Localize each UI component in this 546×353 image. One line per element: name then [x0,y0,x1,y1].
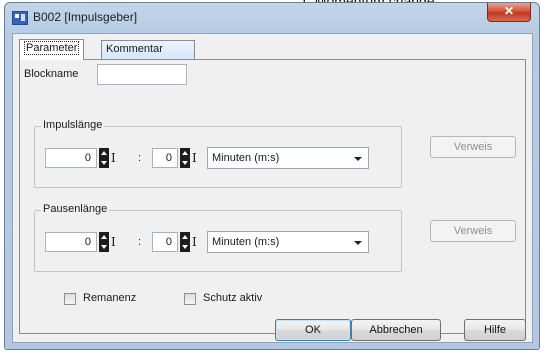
spin-up-icon[interactable] [180,148,190,158]
blockname-label: Blockname [24,68,79,80]
cancel-button[interactable]: Abbrechen [351,319,441,341]
tab-kommentar[interactable]: Kommentar [101,40,195,59]
blockname-input[interactable] [97,64,187,85]
pause-reference-button[interactable]: Verweis [430,220,516,242]
impulse-value-2-spinner[interactable] [180,148,190,168]
spin-up-icon[interactable] [99,232,109,242]
dialog-client: Parameter Kommentar Blockname Impulsläng… [12,33,533,343]
pause-unit-select[interactable]: Minuten (m:s) [207,231,369,253]
ibeam-icon: I [192,151,197,165]
app-icon [12,11,28,25]
spin-down-icon[interactable] [99,158,109,168]
pause-group: Pausenlänge 0 I : 0 I Minuten (m:s) [34,203,402,272]
pause-value-2-spinner[interactable] [180,232,190,252]
tab-parameter[interactable]: Parameter [19,39,85,60]
impulse-reference-button[interactable]: Verweis [430,136,516,158]
pause-value-1-spinner[interactable] [99,232,109,252]
chevron-down-icon [354,157,362,161]
pause-value-1-input[interactable]: 0 [45,232,97,252]
tab-parameter-label: Parameter [24,41,80,55]
time-separator: : [138,152,142,164]
pause-value-2-input[interactable]: 0 [152,232,178,252]
impulse-value-1-input[interactable]: 0 [45,148,97,168]
protection-label: Schutz aktiv [203,292,263,304]
remanence-label: Remanenz [83,292,137,304]
impulse-group-title: Impulslänge [41,119,105,131]
impulse-group: Impulslänge 0 I : 0 I Minuten (m:s) [34,119,402,188]
ibeam-icon: I [111,151,116,165]
help-button[interactable]: Hilfe [464,319,526,341]
window-title: B002 [Impulsgeber] [33,10,138,24]
spin-up-icon[interactable] [99,148,109,158]
parameter-panel: Blockname Impulslänge 0 I : 0 I Minuten … [19,59,526,334]
chevron-down-icon [354,241,362,245]
spin-down-icon[interactable] [99,242,109,252]
spin-down-icon[interactable] [180,242,190,252]
impulse-value-2-input[interactable]: 0 [152,148,178,168]
remanence-checkbox[interactable] [64,293,76,305]
spin-up-icon[interactable] [180,232,190,242]
protection-checkbox[interactable] [184,293,196,305]
title-bar[interactable]: B002 [Impulsgeber] ✕ [5,3,539,33]
dialog-window: B002 [Impulsgeber] ✕ Parameter Kommentar… [4,2,540,350]
pause-group-title: Pausenlänge [41,203,110,215]
ibeam-icon: I [111,235,116,249]
close-button[interactable]: ✕ [487,3,531,22]
ibeam-icon: I [192,235,197,249]
ok-button[interactable]: OK [275,319,351,341]
impulse-unit-value: Minuten (m:s) [212,152,280,164]
time-separator: : [138,236,142,248]
impulse-unit-select[interactable]: Minuten (m:s) [207,147,369,169]
pause-unit-value: Minuten (m:s) [212,236,280,248]
spin-down-icon[interactable] [180,158,190,168]
impulse-value-1-spinner[interactable] [99,148,109,168]
